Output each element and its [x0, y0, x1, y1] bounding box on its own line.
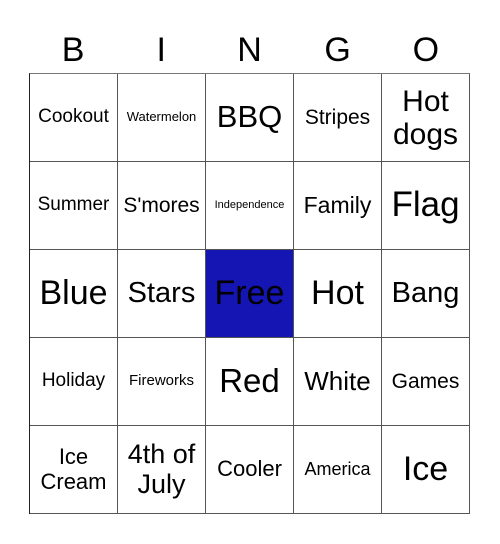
bingo-cell[interactable]: Holiday	[30, 338, 118, 426]
bingo-cell[interactable]: Ice Cream	[30, 426, 118, 514]
bingo-cell[interactable]: Red	[206, 338, 294, 426]
bingo-cell[interactable]: Cookout	[30, 74, 118, 162]
free-space-cell[interactable]: Free	[206, 250, 294, 338]
bingo-cell[interactable]: Summer	[30, 162, 118, 250]
bingo-cell[interactable]: Ice	[382, 426, 470, 514]
bingo-cell[interactable]: Fireworks	[118, 338, 206, 426]
header-letter-g: G	[324, 31, 351, 69]
bingo-cell[interactable]: S'mores	[118, 162, 206, 250]
bingo-cell[interactable]: White	[294, 338, 382, 426]
header-letter-n: N	[237, 31, 262, 69]
bingo-cell[interactable]: Stripes	[294, 74, 382, 162]
header-letter-i: I	[156, 31, 166, 69]
bingo-cell[interactable]: Flag	[382, 162, 470, 250]
bingo-cell[interactable]: Hot	[294, 250, 382, 338]
bingo-cell[interactable]: Cooler	[206, 426, 294, 514]
bingo-cell[interactable]: BBQ	[206, 74, 294, 162]
bingo-cell[interactable]: Watermelon	[118, 74, 206, 162]
bingo-cell[interactable]: Blue	[30, 250, 118, 338]
bingo-card-grid: Cookout Watermelon BBQ Stripes Hot dogs Summe…	[29, 73, 470, 514]
header-letter-b: B	[61, 31, 85, 69]
bingo-cell[interactable]: Games	[382, 338, 470, 426]
bingo-cell[interactable]: Bang	[382, 250, 470, 338]
bingo-cell[interactable]: 4th of July	[118, 426, 206, 514]
bingo-header: B I N G O	[29, 28, 470, 72]
bingo-cell[interactable]: Family	[294, 162, 382, 250]
bingo-cell[interactable]: Stars	[118, 250, 206, 338]
bingo-cell[interactable]: Hot dogs	[382, 74, 470, 162]
header-letter-o: O	[412, 31, 440, 69]
bingo-cell[interactable]: America	[294, 426, 382, 514]
bingo-cell[interactable]: Independence	[206, 162, 294, 250]
